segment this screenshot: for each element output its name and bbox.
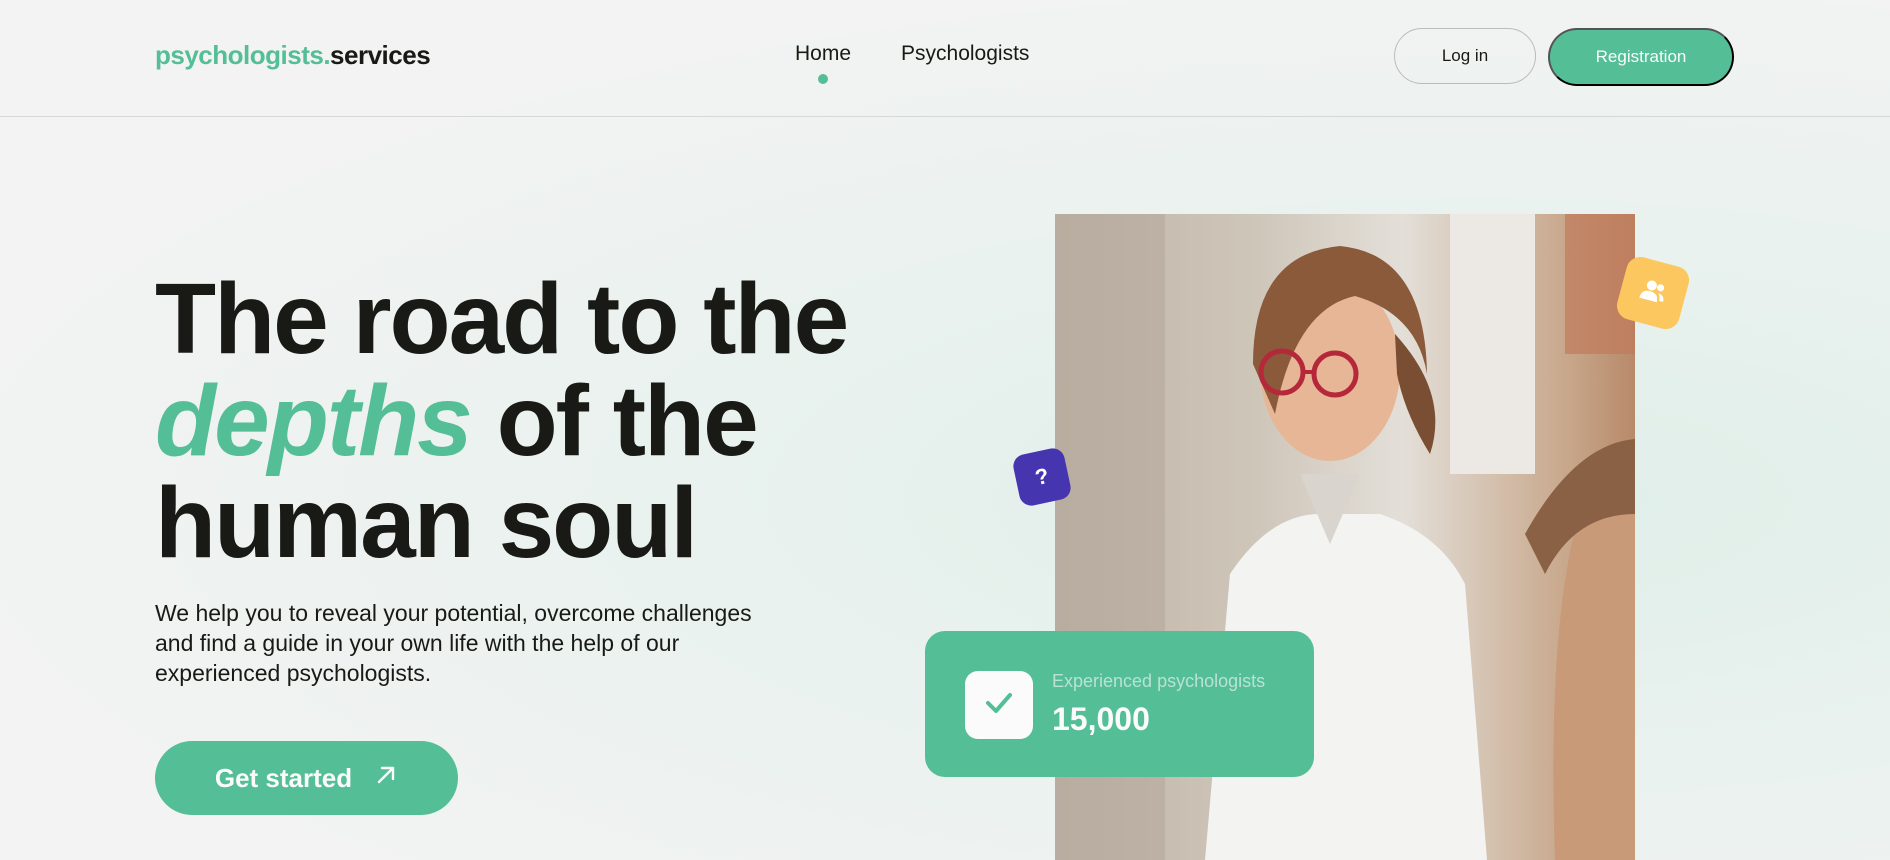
stat-value: 15,000: [1052, 701, 1150, 737]
check-icon: [985, 692, 1013, 719]
nav-item-psychologists[interactable]: Psychologists: [901, 42, 1029, 66]
main-nav: Home Psychologists: [795, 42, 1029, 84]
hero-title-line3: human soul: [155, 467, 698, 579]
stat-label: Experienced psychologists: [1052, 671, 1266, 691]
nav-item-home-label: Home: [795, 42, 852, 65]
hero-title: The road to the depths of the human soul: [155, 268, 849, 574]
hero-title-line1: The road to the: [155, 263, 849, 375]
question-badge: ?: [1011, 446, 1073, 508]
get-started-label: Get started: [214, 762, 353, 793]
site-header: psychologists.services Home Psychologist…: [0, 0, 1890, 117]
registration-button[interactable]: Registration: [1548, 28, 1734, 86]
logo[interactable]: psychologists.services: [155, 40, 431, 71]
get-started-button[interactable]: Get started: [155, 741, 458, 815]
active-nav-indicator: [818, 74, 829, 84]
question-mark: ?: [1032, 462, 1052, 491]
logo-main: services: [330, 40, 431, 70]
nav-item-psychologists-label: Psychologists: [901, 42, 1030, 65]
arrow-up-right-icon: [374, 763, 398, 794]
hero-description: We help you to reveal your potential, ov…: [155, 600, 752, 686]
hero-title-line2: of the: [470, 365, 759, 477]
stat-check-box: [965, 671, 1033, 739]
logo-accent: psychologists.: [155, 40, 331, 70]
stat-card: Experienced psychologists 15,000: [925, 631, 1314, 777]
login-button[interactable]: Log in: [1394, 28, 1536, 84]
hero-title-accent: depths: [155, 365, 473, 477]
nav-item-home[interactable]: Home: [795, 42, 852, 84]
users-icon: [1637, 277, 1669, 310]
